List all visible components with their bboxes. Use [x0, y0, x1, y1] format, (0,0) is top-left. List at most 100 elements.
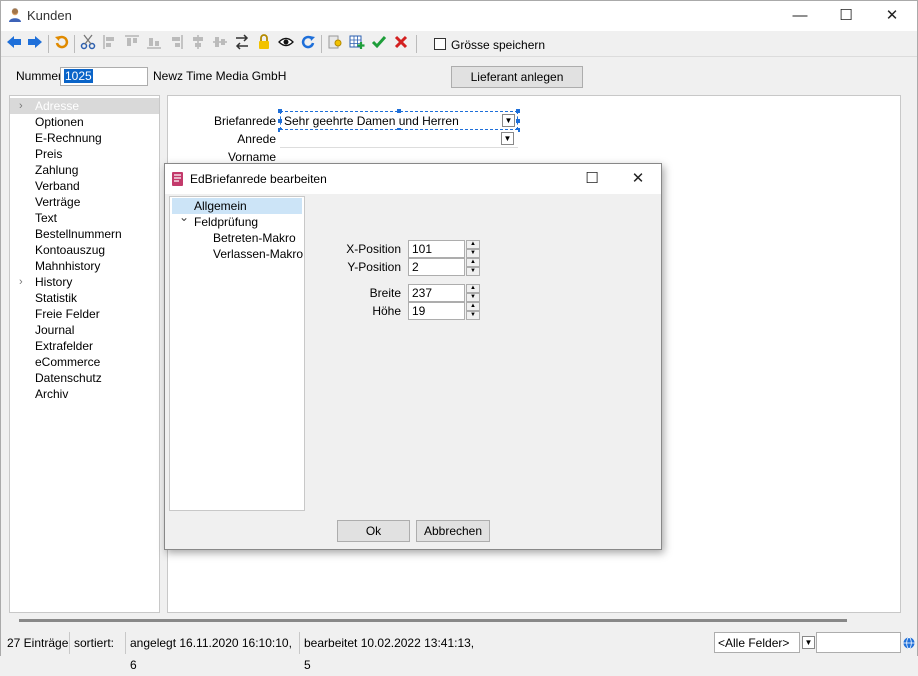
- nav-item-verband[interactable]: Verband: [10, 178, 159, 194]
- filter-value: <Alle Felder>: [718, 636, 790, 650]
- tree-item-allgemein[interactable]: Allgemein: [172, 198, 302, 214]
- cross-icon[interactable]: [391, 34, 411, 54]
- filter-select[interactable]: <Alle Felder>: [714, 632, 800, 653]
- dialog-close-button[interactable]: ✕: [615, 164, 661, 194]
- lock-icon[interactable]: [254, 34, 274, 54]
- tab-order-icon[interactable]: [232, 34, 252, 54]
- nav-item-history[interactable]: › History: [10, 274, 159, 290]
- selection-handle[interactable]: [278, 119, 282, 123]
- minimize-button[interactable]: —: [777, 1, 823, 31]
- dialog-maximize-button[interactable]: ☐: [569, 164, 615, 194]
- horizontal-scrollbar[interactable]: [19, 619, 847, 622]
- nav-item-ecommerce[interactable]: eCommerce: [10, 354, 159, 370]
- nav-item-bestellnummern[interactable]: Bestellnummern: [10, 226, 159, 242]
- chevron-down-icon[interactable]: ⌄: [179, 210, 189, 224]
- align-right-icon[interactable]: [166, 34, 186, 54]
- groesse-speichern-label: Grösse speichern: [451, 38, 546, 52]
- nav-item-label: Optionen: [35, 115, 84, 129]
- eye-icon[interactable]: [276, 34, 296, 54]
- nav-item-kontoauszug[interactable]: Kontoauszug: [10, 242, 159, 258]
- selection-handle[interactable]: [516, 119, 520, 123]
- search-input[interactable]: [816, 632, 901, 653]
- checkbox-box[interactable]: [434, 38, 446, 50]
- nav-item-statistik[interactable]: Statistik: [10, 290, 159, 306]
- spin-up-icon[interactable]: ▲: [466, 240, 480, 249]
- undo-icon[interactable]: [52, 34, 72, 54]
- globe-icon[interactable]: [903, 637, 915, 652]
- nav-item-archiv[interactable]: Archiv: [10, 386, 159, 402]
- redo-icon[interactable]: [298, 34, 318, 54]
- arrow-right-icon[interactable]: [25, 34, 45, 54]
- chevron-down-icon[interactable]: ▼: [501, 132, 514, 145]
- tree-item-verlassen-makro[interactable]: Verlassen-Makro: [213, 246, 303, 262]
- tree-item-feldpruefung[interactable]: Feldprüfung: [194, 214, 258, 230]
- nav-item-journal[interactable]: Journal: [10, 322, 159, 338]
- spin-down-icon[interactable]: ▼: [466, 267, 480, 276]
- nav-item-label: E-Rechnung: [35, 131, 102, 145]
- nav-item-freie-felder[interactable]: Freie Felder: [10, 306, 159, 322]
- chevron-down-icon[interactable]: ▼: [502, 114, 515, 127]
- spin-down-icon[interactable]: ▼: [466, 249, 480, 258]
- tree-item-betreten-makro[interactable]: Betreten-Makro: [213, 230, 296, 246]
- vorname-field[interactable]: [280, 148, 518, 164]
- x-position-spinner[interactable]: ▲ ▼: [466, 240, 480, 258]
- groesse-speichern-checkbox[interactable]: [434, 38, 446, 53]
- nav-item-optionen[interactable]: Optionen: [10, 114, 159, 130]
- align-bottom-icon[interactable]: [144, 34, 164, 54]
- align-left-icon[interactable]: [100, 34, 120, 54]
- ok-button[interactable]: Ok: [337, 520, 410, 542]
- selection-handle[interactable]: [278, 109, 282, 113]
- tree-item-label: Feldprüfung: [194, 215, 259, 229]
- breite-input[interactable]: 237: [408, 284, 465, 302]
- arrow-left-icon[interactable]: [4, 34, 24, 54]
- x-position-input[interactable]: 101: [408, 240, 465, 258]
- spin-down-icon[interactable]: ▼: [466, 293, 480, 302]
- spin-up-icon[interactable]: ▲: [466, 284, 480, 293]
- center-vertical-icon[interactable]: [210, 34, 230, 54]
- nav-item-extrafelder[interactable]: Extrafelder: [10, 338, 159, 354]
- vertical-scrollbar[interactable]: [901, 59, 917, 613]
- hoehe-input[interactable]: 19: [408, 302, 465, 320]
- chevron-right-icon[interactable]: ›: [19, 98, 23, 114]
- chevron-right-icon[interactable]: ›: [19, 274, 23, 290]
- nav-item-text[interactable]: Text: [10, 210, 159, 226]
- tree-item-label: Verlassen-Makro: [213, 247, 304, 261]
- close-button[interactable]: ✕: [869, 1, 915, 31]
- selection-handle[interactable]: [397, 109, 401, 113]
- tree-item-label: Betreten-Makro: [213, 231, 296, 245]
- center-horizontal-icon[interactable]: [188, 34, 208, 54]
- dialog-title-bar: EdBriefanrede bearbeiten ☐ ✕: [165, 164, 661, 194]
- nav-item-preis[interactable]: Preis: [10, 146, 159, 162]
- edited-info: bearbeitet 10.02.2022 13:41:13, 5: [299, 632, 479, 672]
- y-position-input[interactable]: 2: [408, 258, 465, 276]
- briefanrede-label: Briefanrede: [213, 114, 276, 128]
- chevron-down-icon[interactable]: ▼: [802, 636, 815, 649]
- check-icon[interactable]: [369, 34, 389, 54]
- y-position-spinner[interactable]: ▲ ▼: [466, 258, 480, 276]
- abbrechen-button[interactable]: Abbrechen: [416, 520, 490, 542]
- spin-down-icon[interactable]: ▼: [466, 311, 480, 320]
- align-top-icon[interactable]: [122, 34, 142, 54]
- breite-spinner[interactable]: ▲ ▼: [466, 284, 480, 302]
- cut-icon[interactable]: [78, 34, 98, 54]
- selection-handle[interactable]: [516, 109, 520, 113]
- spin-up-icon[interactable]: ▲: [466, 258, 480, 267]
- nav-item-mahnhistory[interactable]: Mahnhistory: [10, 258, 159, 274]
- lieferant-anlegen-button[interactable]: Lieferant anlegen: [451, 66, 583, 88]
- nav-item-adresse[interactable]: › Adresse: [10, 98, 159, 114]
- nav-item-label: Freie Felder: [35, 307, 100, 321]
- maximize-button[interactable]: ☐: [823, 1, 869, 31]
- hoehe-spinner[interactable]: ▲ ▼: [466, 302, 480, 320]
- spin-up-icon[interactable]: ▲: [466, 302, 480, 311]
- anrede-field[interactable]: ▼: [280, 130, 518, 148]
- nav-item-e-rechnung[interactable]: E-Rechnung: [10, 130, 159, 146]
- nav-item-datenschutz[interactable]: Datenschutz: [10, 370, 159, 386]
- nav-item-zahlung[interactable]: Zahlung: [10, 162, 159, 178]
- created-info: angelegt 16.11.2020 16:10:10, 6: [125, 632, 297, 672]
- nav-item-verträge[interactable]: Verträge: [10, 194, 159, 210]
- nummer-input[interactable]: 1025: [60, 67, 148, 86]
- key-icon[interactable]: [325, 34, 345, 54]
- hoehe-label: Höhe: [372, 304, 401, 318]
- grid-add-icon[interactable]: [347, 34, 367, 54]
- nav-item-label: History: [35, 275, 73, 289]
